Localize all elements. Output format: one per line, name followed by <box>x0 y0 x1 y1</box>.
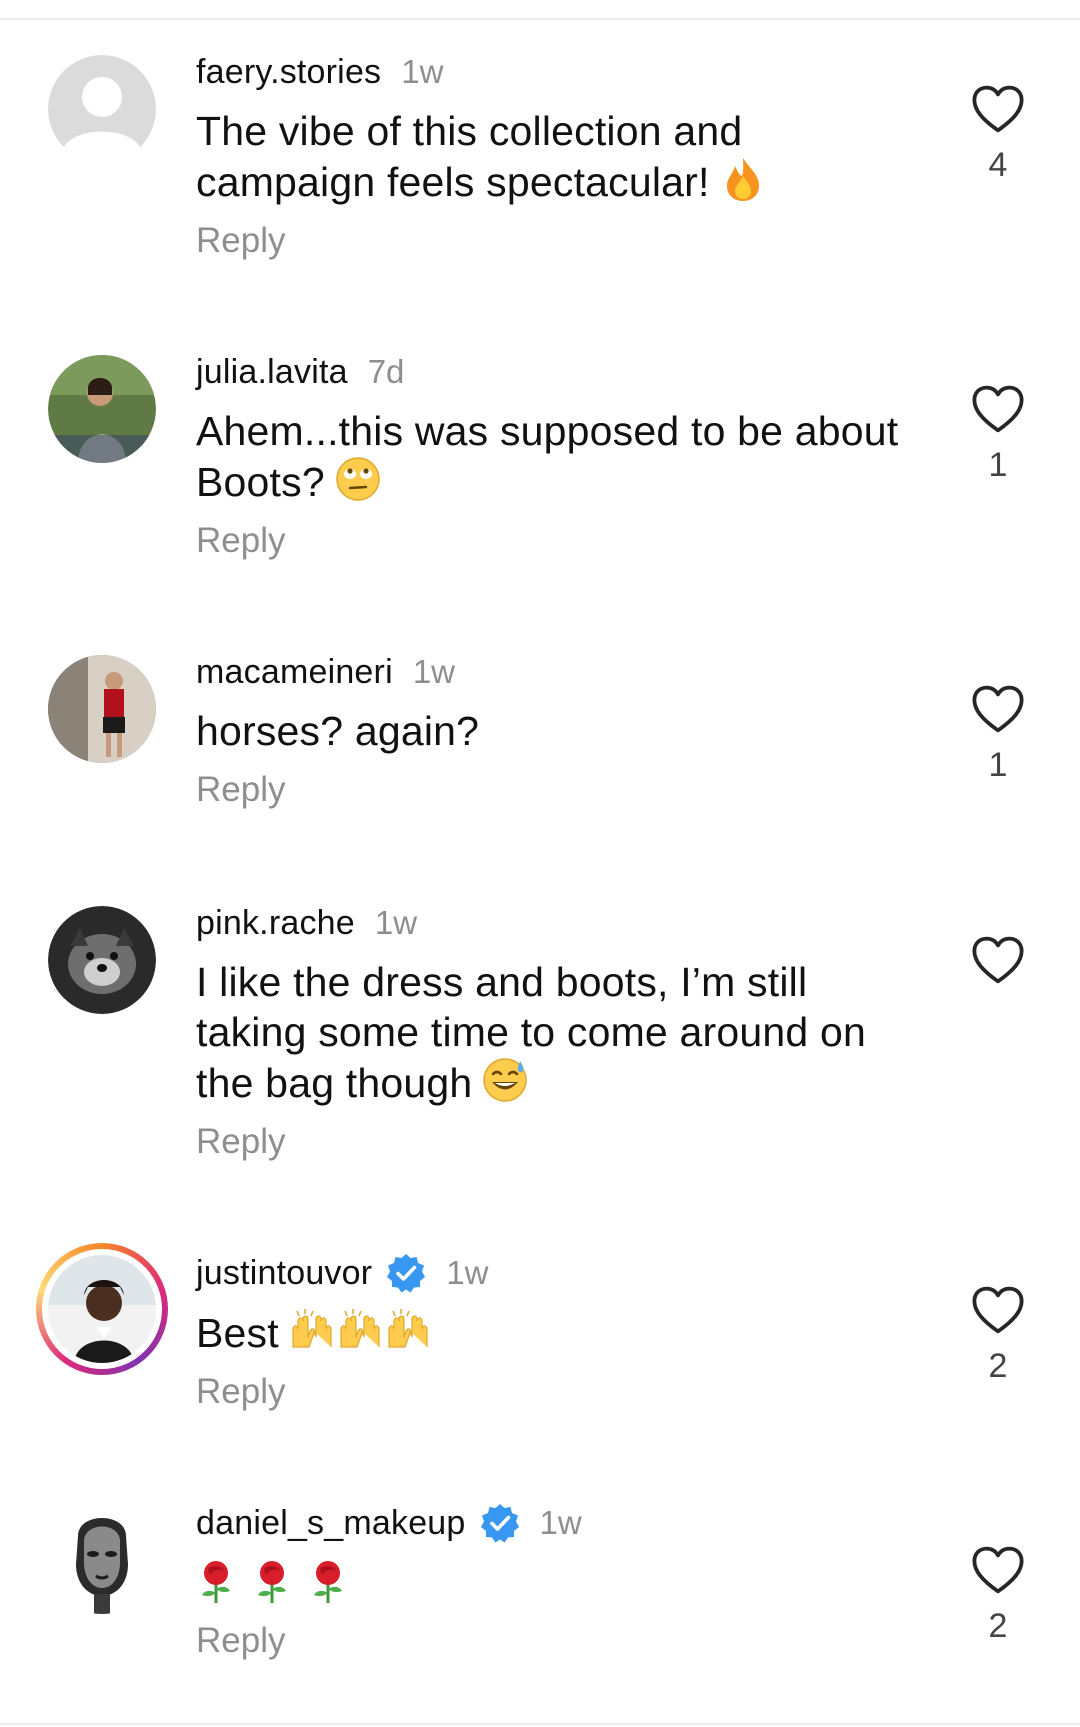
avatar-ring <box>42 1249 162 1369</box>
heart-icon[interactable] <box>971 84 1025 134</box>
comment-text: Ahem...this was supposed to be about Boo… <box>196 408 899 505</box>
verified-badge-icon <box>480 1503 520 1543</box>
like-count: 1 <box>988 746 1008 784</box>
avatar[interactable] <box>48 1506 156 1614</box>
fire-emoji-icon <box>720 156 766 202</box>
comment-text: horses? again? <box>196 708 480 754</box>
timestamp: 1w <box>446 1254 489 1291</box>
raising-hands-emoji-icon <box>289 1307 335 1353</box>
heart-icon[interactable] <box>971 1545 1025 1595</box>
username[interactable]: pink.rache <box>196 904 355 943</box>
username[interactable]: julia.lavita <box>196 353 348 392</box>
like-count: 1 <box>988 446 1008 484</box>
comment-text: I like the dress and boots, I’m still ta… <box>196 959 866 1106</box>
dog-photo-avatar-icon <box>48 906 156 1014</box>
raising-hands-emoji-icon <box>385 1307 431 1353</box>
like-count: 2 <box>988 1347 1008 1385</box>
grinning-sweat-emoji-icon <box>482 1057 528 1103</box>
heart-icon[interactable] <box>971 384 1025 434</box>
comment-text <box>196 1557 916 1607</box>
comment-meta: justintouvor 1w <box>196 1251 916 1295</box>
avatar[interactable] <box>48 355 156 463</box>
story-ring-avatar[interactable] <box>36 1243 168 1375</box>
comments-screen: faery.stories 1w The vibe of this collec… <box>0 0 1080 1727</box>
comment-body: faery.stories 1w The vibe of this collec… <box>196 50 916 261</box>
like-count <box>970 997 1026 1037</box>
like-control: 2 <box>970 1545 1026 1647</box>
rose-emoji-icon <box>196 1559 236 1605</box>
heart-icon[interactable] <box>971 684 1025 734</box>
timestamp: 7d <box>367 353 405 390</box>
rose-emoji-icon <box>252 1559 292 1605</box>
timestamp: 1w <box>374 904 418 941</box>
verified-badge-icon <box>386 1253 426 1293</box>
like-control: 1 <box>970 684 1026 786</box>
reply-button[interactable]: Reply <box>196 1122 285 1162</box>
like-control: 2 <box>970 1285 1026 1387</box>
photo-avatar-icon <box>48 655 156 763</box>
comment-body: macameineri 1w horses? again? Reply <box>196 650 916 810</box>
comment-body: daniel_s_makeup 1w Reply <box>196 1501 916 1661</box>
comment-meta: julia.lavita 7d <box>196 350 916 394</box>
heart-icon[interactable] <box>971 935 1025 985</box>
timestamp: 1w <box>401 53 444 90</box>
username[interactable]: faery.stories <box>196 53 381 92</box>
reply-button[interactable]: Reply <box>196 770 285 810</box>
reply-button[interactable]: Reply <box>196 1372 285 1412</box>
reply-button[interactable]: Reply <box>196 221 285 261</box>
comment-body: julia.lavita 7d Ahem...this was supposed… <box>196 350 916 561</box>
comment-body: pink.rache 1w I like the dress and boots… <box>196 901 916 1162</box>
sculpture-photo-avatar-icon <box>48 1506 156 1614</box>
comment-text: The vibe of this collection and campaign… <box>196 106 916 207</box>
avatar[interactable] <box>48 906 156 1014</box>
heart-icon[interactable] <box>971 1285 1025 1335</box>
username[interactable]: macameineri <box>196 653 393 692</box>
comment-meta: faery.stories 1w <box>196 50 916 94</box>
bottom-divider <box>0 1723 1080 1725</box>
comment-meta: pink.rache 1w <box>196 901 916 945</box>
eye-roll-emoji-icon <box>335 456 381 502</box>
like-control: 1 <box>970 384 1026 486</box>
avatar[interactable] <box>48 655 156 763</box>
raising-hands-emoji-icon <box>337 1307 383 1353</box>
reply-button[interactable]: Reply <box>196 1621 285 1661</box>
like-control <box>970 935 1026 1037</box>
like-control: 4 <box>970 84 1026 186</box>
photo-avatar-icon <box>48 355 156 463</box>
like-count: 2 <box>988 1607 1008 1645</box>
avatar-photo <box>48 1255 156 1363</box>
comment-body: justintouvor 1w Best Reply <box>196 1251 916 1412</box>
username[interactable]: justintouvor <box>196 1254 372 1293</box>
top-divider <box>0 18 1080 20</box>
comment-text: Best <box>196 1307 916 1358</box>
default-avatar-icon <box>48 55 156 163</box>
rose-emoji-icon <box>308 1559 348 1605</box>
timestamp: 1w <box>539 1504 582 1541</box>
like-count: 4 <box>988 146 1008 184</box>
photo-avatar-icon <box>48 1255 156 1363</box>
comment-meta: macameineri 1w <box>196 650 916 694</box>
username[interactable]: daniel_s_makeup <box>196 1504 466 1543</box>
reply-button[interactable]: Reply <box>196 521 285 561</box>
comment-meta: daniel_s_makeup 1w <box>196 1501 916 1545</box>
avatar[interactable] <box>48 55 156 163</box>
timestamp: 1w <box>412 653 456 690</box>
